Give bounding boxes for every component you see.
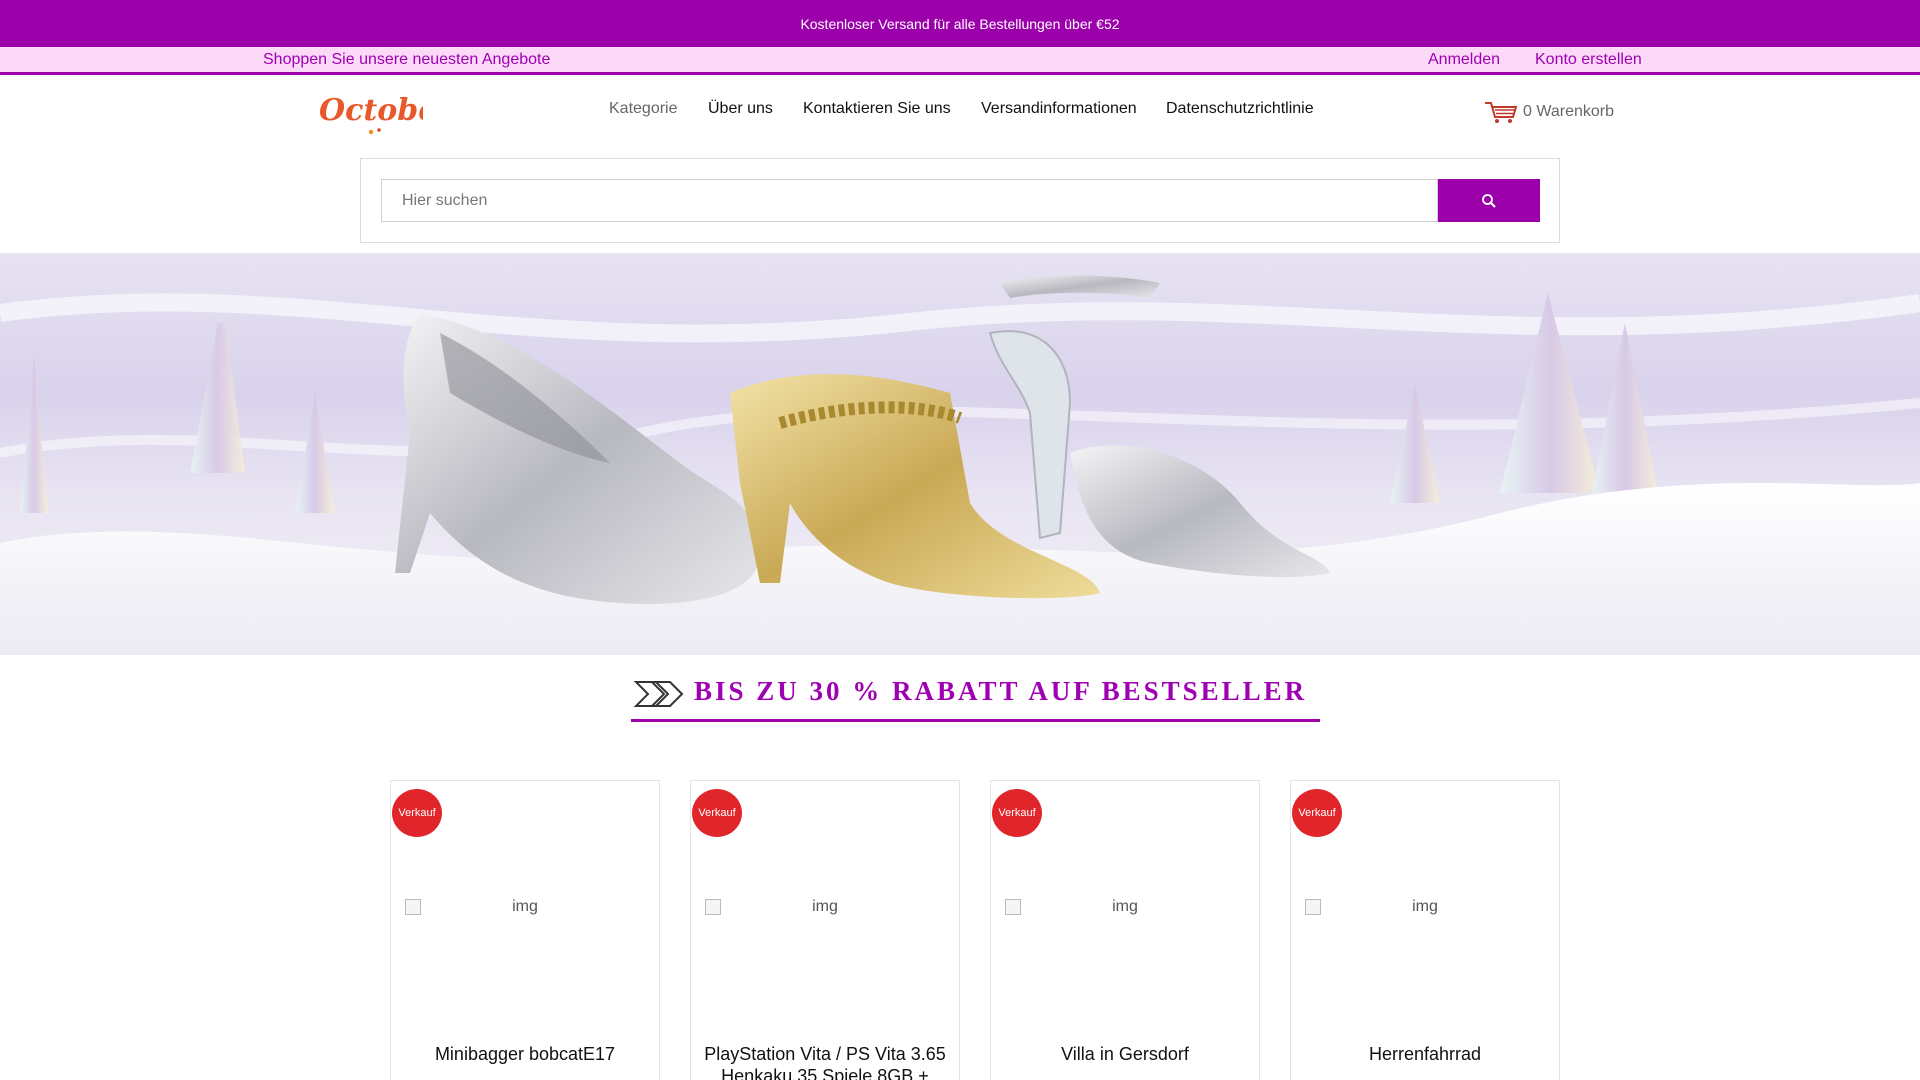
broken-image-icon: [405, 899, 421, 915]
product-title[interactable]: Villa in Gersdorf: [991, 1043, 1259, 1065]
product-card[interactable]: Verkauf img Villa in Gersdorf: [990, 780, 1260, 1080]
product-image-alt: img: [812, 898, 838, 915]
broken-image-icon: [1005, 899, 1021, 915]
sale-badge: Verkauf: [1292, 789, 1342, 837]
nav-item-contact[interactable]: Kontaktieren Sie uns: [803, 100, 951, 118]
product-image[interactable]: img: [1305, 898, 1545, 918]
search-panel: [360, 158, 1560, 243]
hero-banner[interactable]: [0, 253, 1920, 655]
search-button[interactable]: [1438, 179, 1540, 222]
product-image[interactable]: img: [405, 898, 645, 918]
product-title[interactable]: PlayStation Vita / PS Vita 3.65 Henkaku …: [691, 1043, 959, 1080]
nav-item-shipping[interactable]: Versandinformationen: [981, 100, 1137, 118]
product-card[interactable]: Verkauf img Herrenfahrrad: [1290, 780, 1560, 1080]
shopping-cart-icon: [1485, 102, 1518, 123]
hero-banner-illustration: [0, 275, 1920, 655]
shipping-announcement-bar: Kostenloser Versand für alle Bestellunge…: [0, 0, 1920, 47]
product-title[interactable]: Herrenfahrrad: [1291, 1043, 1559, 1065]
broken-image-icon: [1305, 899, 1321, 915]
product-title[interactable]: Minibagger bobcatE17: [391, 1043, 659, 1065]
product-image-alt: img: [1112, 898, 1138, 915]
section-title: BIS ZU 30 % RABATT AUF BESTSELLER: [694, 676, 1308, 706]
logo-leaf-decoration: [368, 129, 374, 135]
shipping-announcement-text: Kostenloser Versand für alle Bestellunge…: [800, 15, 1120, 32]
product-image-alt: img: [1412, 898, 1438, 915]
product-image[interactable]: img: [1005, 898, 1245, 918]
login-link[interactable]: Anmelden: [1428, 51, 1500, 69]
cart-link[interactable]: 0 Warenkorb: [1483, 99, 1614, 125]
double-arrow-icon: [633, 681, 684, 707]
product-image[interactable]: img: [705, 898, 945, 918]
logo-leaf-decoration: [377, 128, 381, 132]
logo-text: October: [319, 93, 423, 128]
product-image-alt: img: [512, 898, 538, 915]
search-icon: [1482, 193, 1496, 208]
product-card[interactable]: Verkauf img PlayStation Vita / PS Vita 3…: [690, 780, 960, 1080]
nav-item-about[interactable]: Über uns: [708, 100, 773, 118]
section-title-underline: [631, 719, 1320, 722]
sale-badge: Verkauf: [392, 789, 442, 837]
sale-badge: Verkauf: [992, 789, 1042, 837]
register-link[interactable]: Konto erstellen: [1535, 51, 1642, 69]
bestseller-section-heading: BIS ZU 30 % RABATT AUF BESTSELLER: [630, 670, 1320, 722]
nav-item-privacy[interactable]: Datenschutzrichtlinie: [1166, 100, 1314, 118]
october-logo[interactable]: October: [317, 88, 423, 136]
broken-image-icon: [705, 899, 721, 915]
snow-swirl-decoration: [0, 293, 1920, 343]
sale-badge: Verkauf: [692, 789, 742, 837]
cart-label: 0 Warenkorb: [1523, 103, 1614, 120]
nav-item-kategorie[interactable]: Kategorie: [609, 100, 678, 118]
product-card[interactable]: Verkauf img Minibagger bobcatE17: [390, 780, 660, 1080]
account-bar: Shoppen Sie unsere neuesten Angebote Anm…: [0, 47, 1920, 75]
latest-offers-link[interactable]: Shoppen Sie unsere neuesten Angebote: [263, 51, 550, 69]
search-input[interactable]: [381, 179, 1438, 222]
